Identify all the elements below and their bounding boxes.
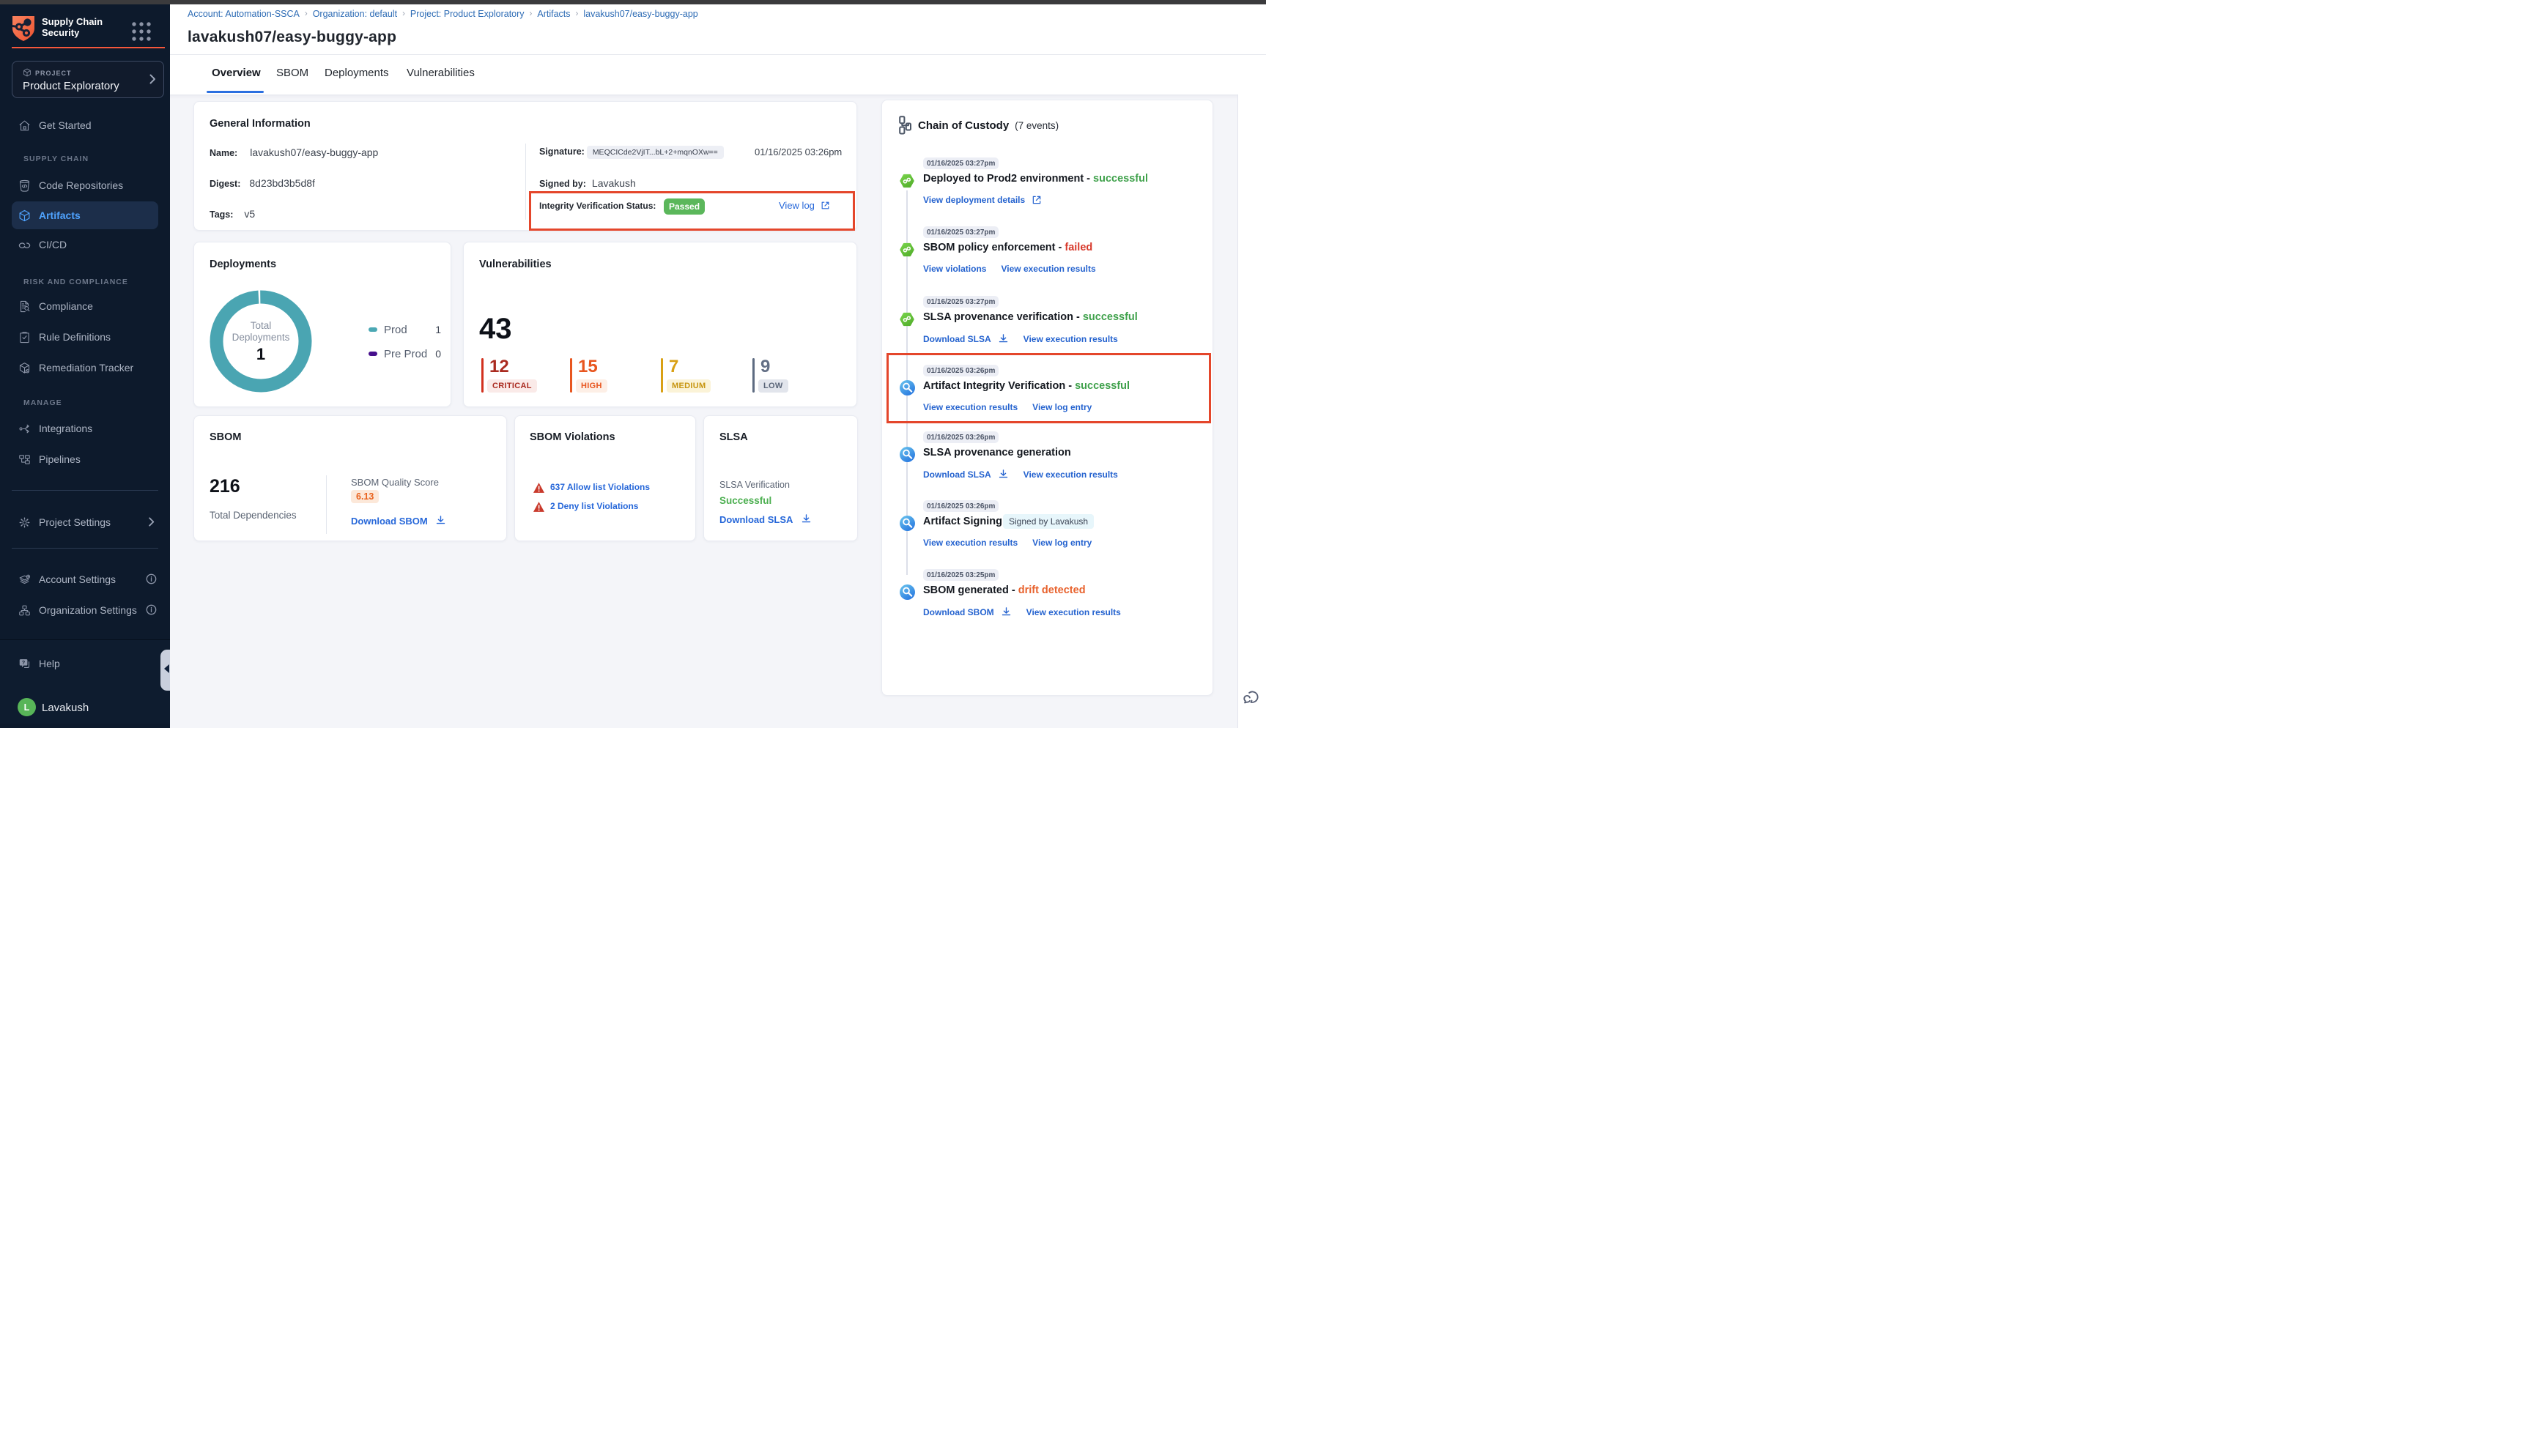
- svg-text:?: ?: [22, 659, 25, 665]
